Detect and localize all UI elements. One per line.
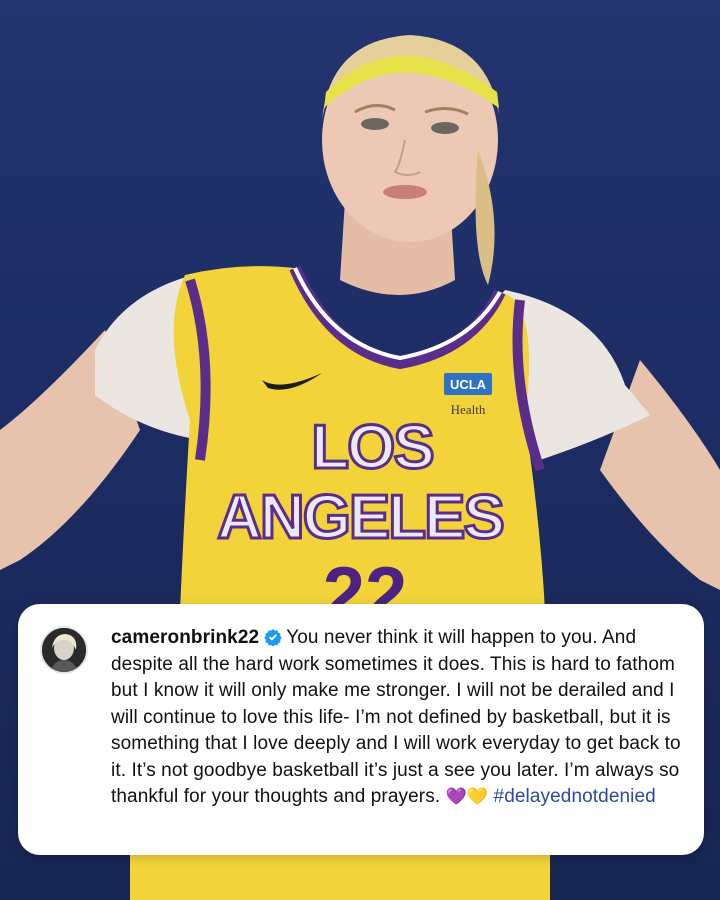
hashtag-link[interactable]: #delayednotdenied (494, 786, 656, 807)
avatar-image (42, 628, 86, 672)
purple-heart-emoji: 💜 (445, 787, 467, 806)
background-photo: UCLA Health LOS ANGELES 22 cameronbrink2… (0, 0, 720, 900)
verified-badge-icon (264, 629, 282, 646)
jersey-text-angeles: ANGELES (217, 483, 503, 552)
post-caption: cameronbrink22 You never think it will ha… (111, 625, 691, 811)
avatar[interactable] (40, 626, 88, 674)
sponsor-text: Health (451, 402, 486, 417)
yellow-heart-emoji: 💛 (466, 787, 489, 806)
username-link[interactable]: cameronbrink22 (111, 627, 259, 648)
instagram-caption-card: cameronbrink22 You never think it will ha… (18, 604, 704, 855)
jersey-text-los: LOS (311, 413, 432, 482)
ucla-logo-text: UCLA (450, 377, 487, 392)
caption-text: You never think it will happen to you. A… (111, 627, 681, 807)
